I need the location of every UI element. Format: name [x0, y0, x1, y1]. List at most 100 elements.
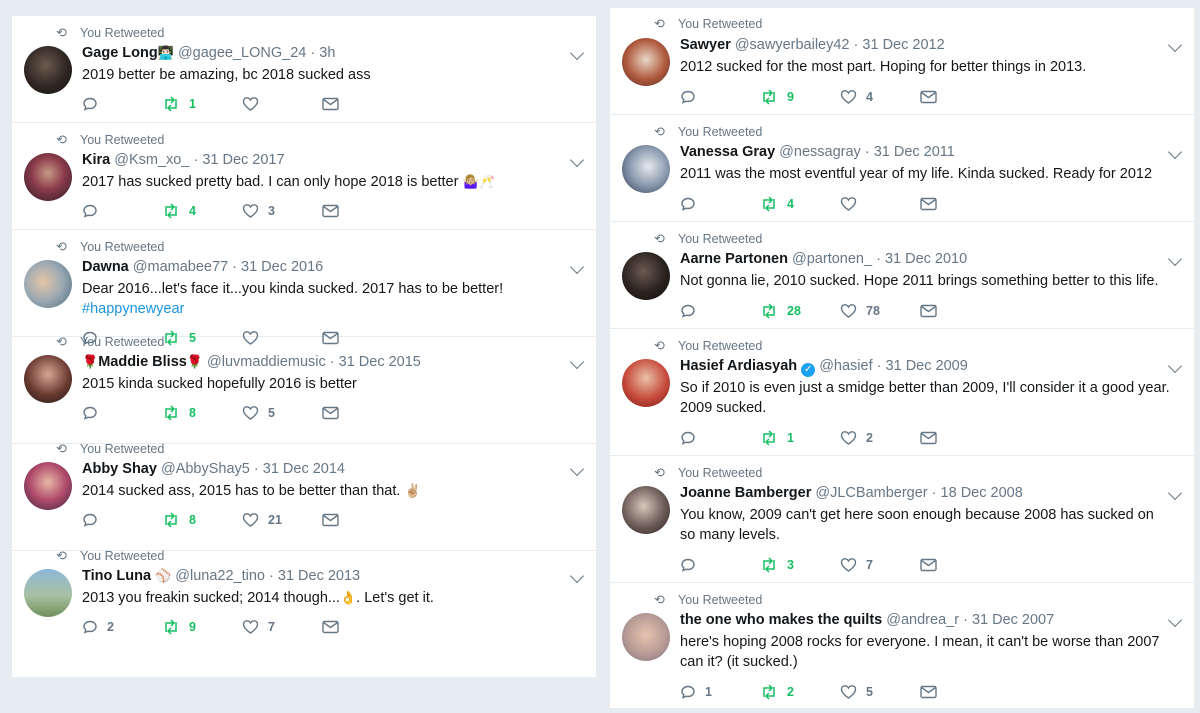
retweet-button[interactable]: 3 — [760, 557, 794, 573]
retweet-button[interactable]: 9 — [760, 89, 794, 105]
timestamp[interactable]: 31 Dec 2013 — [278, 568, 360, 584]
chevron-down-icon[interactable] — [569, 354, 585, 370]
avatar[interactable] — [24, 260, 72, 308]
tweet[interactable]: ⟲ You Retweeted Gage Long👨🏻‍💻 @gagee_LON… — [12, 16, 596, 123]
reply-button[interactable] — [82, 203, 107, 219]
timestamp[interactable]: 31 Dec 2012 — [862, 37, 944, 53]
like-button[interactable]: 7 — [242, 619, 275, 635]
chevron-down-icon[interactable] — [569, 568, 585, 584]
retweet-button[interactable]: 4 — [760, 196, 794, 212]
handle[interactable]: @JLCBamberger — [815, 485, 927, 501]
reply-button[interactable] — [680, 557, 705, 573]
chevron-down-icon[interactable] — [1167, 37, 1183, 53]
tweet[interactable]: ⟲ You Retweeted Kira @Ksm_xo_ · 31 Dec 2… — [12, 123, 596, 230]
tweet[interactable]: ⟲ You Retweeted Aarne Partonen @partonen… — [610, 222, 1194, 329]
tweet[interactable]: ⟲ You Retweeted Tino Luna ⚾ @luna22_tino… — [12, 548, 596, 657]
tweet[interactable]: ⟲ You Retweeted Joanne Bamberger @JLCBam… — [610, 456, 1194, 583]
tweet[interactable]: ⟲ You Retweeted Abby Shay @AbbyShay5 · 3… — [12, 441, 596, 551]
direct-message-button[interactable] — [920, 90, 937, 104]
direct-message-button[interactable] — [920, 197, 937, 211]
reply-button[interactable] — [680, 196, 705, 212]
display-name[interactable]: Tino Luna — [82, 568, 151, 584]
like-button[interactable]: 3 — [242, 203, 275, 219]
avatar[interactable] — [622, 486, 670, 534]
handle[interactable]: @nessagray — [779, 144, 861, 160]
handle[interactable]: @Ksm_xo_ — [114, 152, 189, 168]
timestamp[interactable]: 18 Dec 2008 — [941, 485, 1023, 501]
handle[interactable]: @mamabee77 — [133, 259, 228, 275]
tweet[interactable]: ⟲ You Retweeted Vanessa Gray @nessagray … — [610, 115, 1194, 222]
tweet[interactable]: ⟲ You Retweeted Hasief Ardiasyah ✓ @hasi… — [610, 329, 1194, 456]
direct-message-button[interactable] — [920, 558, 937, 572]
like-button[interactable] — [242, 96, 268, 112]
handle[interactable]: @hasief — [819, 358, 872, 374]
reply-button[interactable] — [82, 512, 107, 528]
reply-button[interactable] — [82, 96, 107, 112]
timestamp[interactable]: 31 Dec 2015 — [339, 354, 421, 370]
avatar[interactable] — [24, 355, 72, 403]
display-name[interactable]: Dawna — [82, 259, 129, 275]
reply-button[interactable]: 1 — [680, 684, 712, 700]
timestamp[interactable]: 31 Dec 2017 — [202, 152, 284, 168]
handle[interactable]: @partonen_ — [792, 251, 872, 267]
timestamp[interactable]: 3h — [319, 45, 335, 61]
direct-message-button[interactable] — [322, 204, 339, 218]
avatar[interactable] — [24, 462, 72, 510]
display-name[interactable]: Gage Long — [82, 45, 158, 61]
like-button[interactable]: 7 — [840, 557, 873, 573]
timestamp[interactable]: 31 Dec 2014 — [263, 461, 345, 477]
display-name[interactable]: the one who makes the quilts — [680, 612, 882, 628]
display-name[interactable]: Kira — [82, 152, 110, 168]
retweet-button[interactable]: 1 — [760, 430, 794, 446]
chevron-down-icon[interactable] — [1167, 358, 1183, 374]
like-button[interactable]: 4 — [840, 89, 873, 105]
hashtag-link[interactable]: #happynewyear — [82, 299, 574, 319]
chevron-down-icon[interactable] — [569, 259, 585, 275]
direct-message-button[interactable] — [920, 304, 937, 318]
display-name[interactable]: Sawyer — [680, 37, 731, 53]
like-button[interactable]: 5 — [840, 684, 873, 700]
like-button[interactable]: 78 — [840, 303, 880, 319]
avatar[interactable] — [622, 38, 670, 86]
chevron-down-icon[interactable] — [569, 461, 585, 477]
timestamp[interactable]: 31 Dec 2007 — [972, 612, 1054, 628]
display-name[interactable]: Joanne Bamberger — [680, 485, 811, 501]
retweet-button[interactable]: 4 — [162, 203, 196, 219]
handle[interactable]: @sawyerbailey42 — [735, 37, 850, 53]
display-name[interactable]: Vanessa Gray — [680, 144, 775, 160]
direct-message-button[interactable] — [322, 97, 339, 111]
reply-button[interactable] — [680, 89, 705, 105]
like-button[interactable]: 21 — [242, 512, 282, 528]
chevron-down-icon[interactable] — [569, 152, 585, 168]
avatar[interactable] — [622, 145, 670, 193]
tweet[interactable]: ⟲ You Retweeted 🌹Maddie Bliss🌹 @luvmaddi… — [12, 334, 596, 444]
like-button[interactable]: 5 — [242, 405, 275, 421]
chevron-down-icon[interactable] — [1167, 251, 1183, 267]
display-name[interactable]: Maddie Bliss — [98, 354, 187, 370]
chevron-down-icon[interactable] — [1167, 144, 1183, 160]
reply-button[interactable] — [680, 303, 705, 319]
handle[interactable]: @gagee_LONG_24 — [178, 45, 306, 61]
like-button[interactable]: 2 — [840, 430, 873, 446]
handle[interactable]: @luvmaddiemusic — [207, 354, 326, 370]
like-button[interactable] — [840, 196, 866, 212]
timestamp[interactable]: 31 Dec 2016 — [241, 259, 323, 275]
direct-message-button[interactable] — [322, 620, 339, 634]
retweet-button[interactable]: 9 — [162, 619, 196, 635]
handle[interactable]: @andrea_r — [886, 612, 959, 628]
avatar[interactable] — [24, 569, 72, 617]
retweet-button[interactable]: 2 — [760, 684, 794, 700]
avatar[interactable] — [622, 252, 670, 300]
avatar[interactable] — [622, 359, 670, 407]
direct-message-button[interactable] — [920, 431, 937, 445]
direct-message-button[interactable] — [322, 513, 339, 527]
avatar[interactable] — [24, 153, 72, 201]
handle[interactable]: @AbbyShay5 — [161, 461, 250, 477]
direct-message-button[interactable] — [322, 406, 339, 420]
display-name[interactable]: Abby Shay — [82, 461, 157, 477]
timestamp[interactable]: 31 Dec 2011 — [874, 144, 955, 160]
tweet[interactable]: ⟲ You Retweeted Dawna @mamabee77 · 31 De… — [12, 230, 596, 346]
reply-button[interactable] — [680, 430, 705, 446]
timestamp[interactable]: 31 Dec 2010 — [885, 251, 967, 267]
timestamp[interactable]: 31 Dec 2009 — [886, 358, 968, 374]
